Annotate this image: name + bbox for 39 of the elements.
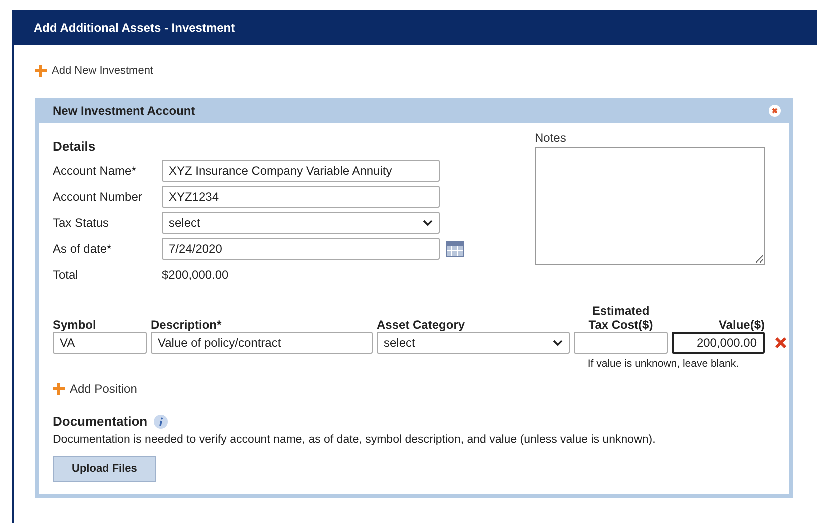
symbol-field[interactable]: VA [53,332,147,354]
field-label: Tax Status [53,216,110,230]
field-label: As of date* [53,242,113,256]
input-field[interactable]: XYZ1234 [162,186,440,208]
asset-category-dropdown[interactable]: select [377,332,570,354]
column-header: Asset Category [377,318,466,332]
upload-files-button[interactable]: Upload Files [53,456,156,482]
column-header: Estimated Tax Cost($) [588,304,654,332]
panel-title: New Investment Account [53,104,196,118]
documentation-text: Documentation is needed to verify account name, as of date, symbol description, and value (unless value is unknown). [53,434,657,446]
field-label: Total [53,268,80,282]
add-position-link[interactable]: Add Position [53,382,138,396]
close-icon[interactable] [769,104,781,116]
field-label: Account Name* [53,164,138,178]
select-dropdown[interactable]: select [162,212,440,234]
delete-icon[interactable] [775,337,787,349]
window-title: Add Additional Assets - Investment [34,20,236,34]
chevron-down-icon [553,340,563,346]
column-header: Symbol [53,318,98,332]
description-field[interactable]: Value of policy/contract [151,332,373,354]
input-field[interactable]: XYZ Insurance Company Variable Annuity [162,160,440,182]
add-investment-link[interactable]: Add New Investment [35,65,154,77]
plus-icon [35,65,47,77]
notes-label: Notes [535,131,568,145]
tax-cost-field[interactable] [574,332,668,354]
calendar-icon[interactable] [446,241,464,257]
documentation-heading: Documentation [53,414,148,429]
plus-icon [53,383,65,395]
field-value: $200,000.00 [162,268,229,282]
value-field[interactable]: 200,000.00 [672,332,765,354]
notes-field[interactable] [535,147,765,265]
info-icon[interactable] [154,414,168,428]
hint-text: If value is unknown, leave blank. [586,358,739,370]
details-heading: Details [53,139,97,154]
date-field[interactable]: 7/24/2020 [162,238,440,260]
column-header: Value($) [718,318,765,332]
chevron-down-icon [423,220,433,226]
column-header: Description* [151,318,223,332]
field-label: Account Number [53,190,144,204]
